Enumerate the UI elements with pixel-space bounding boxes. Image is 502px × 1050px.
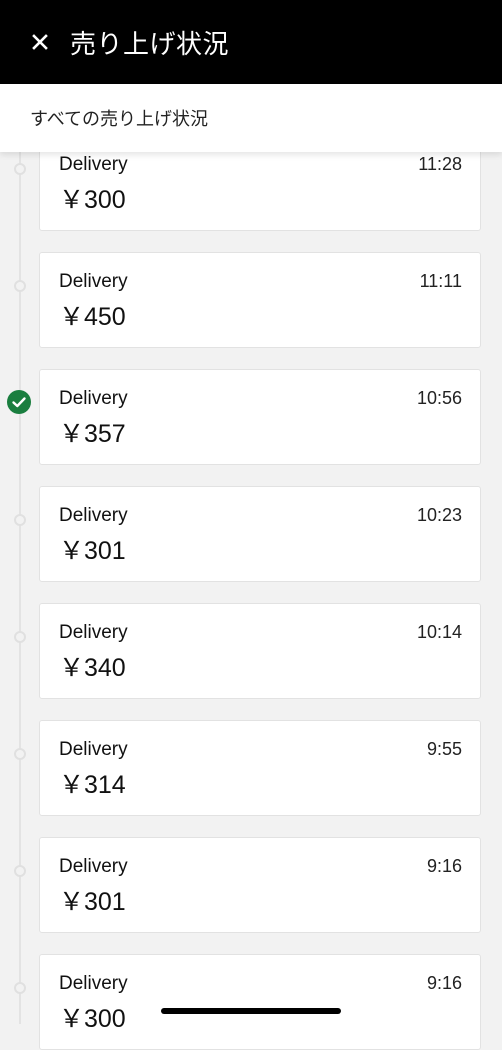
- trip-time: 10:23: [416, 505, 462, 525]
- trip-amount: ￥450: [59, 303, 126, 331]
- trip-item: Delivery ￥450 11:11: [0, 252, 502, 348]
- close-button[interactable]: [0, 0, 80, 84]
- trip-amount: ￥300: [59, 186, 126, 214]
- trip-type: Delivery: [59, 973, 128, 994]
- trip-time: 10:14: [416, 622, 462, 642]
- timeline-dot: [14, 631, 26, 643]
- trip-time: 11:28: [418, 154, 462, 174]
- timeline-dot: [14, 748, 26, 760]
- trip-type: Delivery: [59, 154, 128, 175]
- trip-time: 9:55: [426, 739, 462, 759]
- timeline-dot: [14, 514, 26, 526]
- trip-item: Delivery ￥314 9:55: [0, 720, 502, 816]
- trip-time: 9:16: [426, 973, 462, 993]
- trip-amount: ￥301: [59, 537, 126, 565]
- page-title: 売り上げ状況: [70, 29, 230, 60]
- trip-item: Delivery ￥340 10:14: [0, 603, 502, 699]
- trip-card[interactable]: Delivery ￥340 10:14: [39, 603, 481, 699]
- trip-card[interactable]: Delivery ￥301 9:16: [39, 837, 481, 933]
- timeline-dot: [14, 163, 26, 175]
- trip-type: Delivery: [59, 622, 128, 643]
- trip-time: 10:56: [416, 388, 462, 408]
- trip-card[interactable]: Delivery ￥450 11:11: [39, 252, 481, 348]
- trip-list: Delivery ￥300 11:28 Delivery ￥450 11:11 …: [0, 0, 502, 1050]
- trip-item: Delivery ￥301 9:16: [0, 837, 502, 933]
- trip-type: Delivery: [59, 739, 128, 760]
- trip-card[interactable]: Delivery ￥357 10:56: [39, 369, 481, 465]
- trip-amount: ￥357: [59, 420, 126, 448]
- trip-amount: ￥300: [59, 1005, 126, 1033]
- filter-label: すべての売り上げ状況: [30, 109, 209, 130]
- trip-item: Delivery ￥357 10:56: [0, 369, 502, 465]
- trip-type: Delivery: [59, 856, 128, 877]
- timeline-dot: [14, 982, 26, 994]
- trip-amount: ￥301: [59, 888, 126, 916]
- trip-card[interactable]: Delivery ￥314 9:55: [39, 720, 481, 816]
- trip-amount: ￥340: [59, 654, 126, 682]
- app-header: 売り上げ状況: [0, 0, 502, 84]
- trip-amount: ￥314: [59, 771, 126, 799]
- trip-type: Delivery: [59, 505, 128, 526]
- home-indicator[interactable]: [161, 1008, 341, 1014]
- trip-item: Delivery ￥300 9:16: [0, 954, 502, 1050]
- close-icon: [32, 34, 48, 50]
- timeline-dot: [14, 865, 26, 877]
- trip-time: 11:11: [419, 271, 462, 291]
- trip-card[interactable]: Delivery ￥301 10:23: [39, 486, 481, 582]
- timeline-dot: [14, 280, 26, 292]
- trip-type: Delivery: [59, 388, 128, 409]
- trip-time: 9:16: [426, 856, 462, 876]
- check-circle-icon: [7, 390, 31, 414]
- trip-type: Delivery: [59, 271, 128, 292]
- filter-bar[interactable]: すべての売り上げ状況: [0, 84, 502, 152]
- trip-item: Delivery ￥301 10:23: [0, 486, 502, 582]
- trip-card[interactable]: Delivery ￥300 9:16: [39, 954, 481, 1050]
